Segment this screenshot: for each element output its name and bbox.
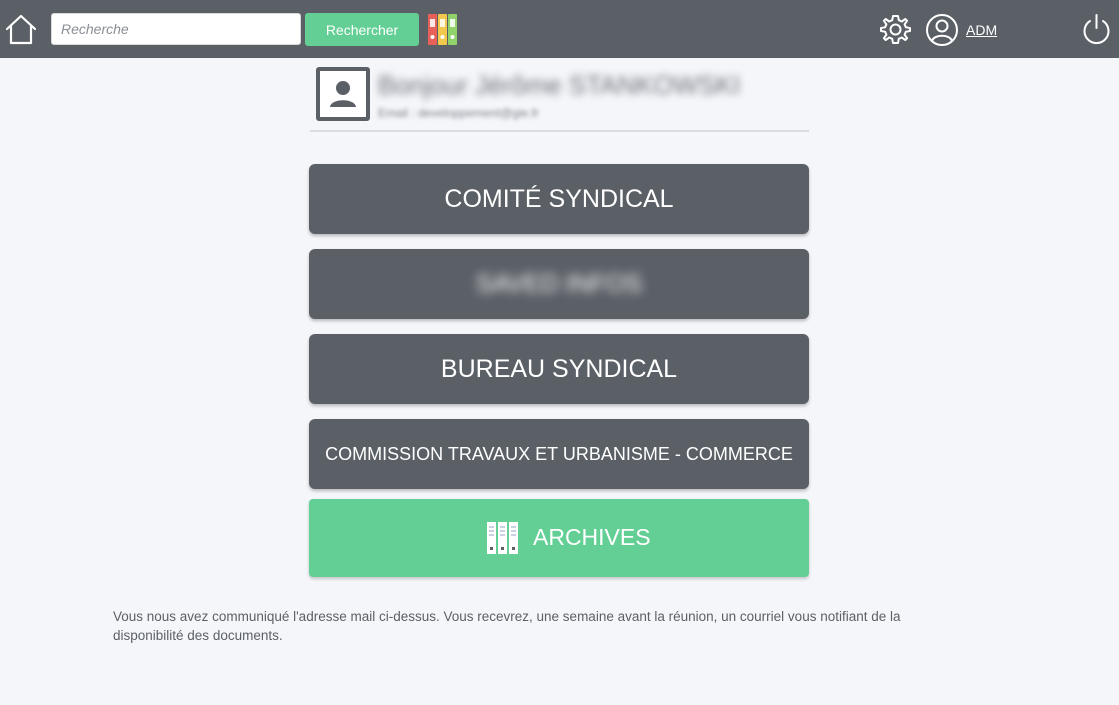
home-icon[interactable] — [4, 12, 38, 46]
bureau-syndical-button[interactable]: BUREAU SYNDICAL — [309, 334, 809, 404]
greeting-text: Bonjour Jérôme STANKOWSKI — [378, 70, 741, 100]
commission-travaux-label: COMMISSION TRAVAUX ET URBANISME - COMMER… — [325, 444, 793, 464]
email-text: Email : developpement@gie.fr — [378, 106, 539, 120]
power-icon[interactable] — [1081, 12, 1112, 47]
saved-infos-button[interactable]: SAVED INFOS — [309, 249, 809, 319]
user-icon[interactable] — [925, 13, 959, 47]
archives-button[interactable]: ARCHIVES — [309, 499, 809, 577]
bureau-syndical-label: BUREAU SYNDICAL — [440, 355, 678, 383]
comite-syndical-label: COMITÉ SYNDICAL — [444, 185, 674, 213]
comite-syndical-button[interactable]: COMITÉ SYNDICAL — [309, 164, 809, 234]
search-input[interactable] — [51, 13, 301, 45]
saved-infos-label: SAVED INFOS — [475, 270, 643, 298]
archives-label: ARCHIVES — [533, 524, 651, 550]
notification-notice: Vous nous avez communiqué l'adresse mail… — [113, 609, 901, 643]
commission-travaux-button[interactable]: COMMISSION TRAVAUX ET URBANISME - COMMER… — [309, 419, 809, 489]
gear-icon[interactable] — [879, 13, 912, 46]
avatar — [316, 67, 370, 121]
search-button[interactable]: Rechercher — [305, 13, 419, 46]
user-profile-header: Bonjour Jérôme STANKOWSKI Email : develo… — [310, 58, 809, 132]
binders-icon[interactable] — [427, 13, 458, 46]
archive-boxes-icon — [487, 522, 518, 554]
user-account-link[interactable]: ADM — [966, 22, 997, 38]
top-navigation-bar: Rechercher ADM — [0, 0, 1119, 58]
